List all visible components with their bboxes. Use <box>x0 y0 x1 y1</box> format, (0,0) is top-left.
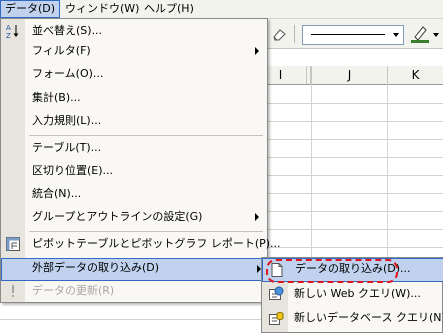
menu-help-label: ヘルプ(H) <box>144 2 194 15</box>
pen-color-arrow-icon[interactable] <box>433 33 439 37</box>
menu-help[interactable]: ヘルプ(H) <box>140 1 198 17</box>
submenu-item-new-web-query[interactable]: 新しい Web クエリ(W)... <box>262 282 442 306</box>
menu-item-label: 統合(N)... <box>32 187 82 200</box>
submenu-item-label: 新しいデータベース クエリ(N)... <box>294 311 443 324</box>
column-header-j[interactable]: J <box>312 66 388 84</box>
menu-item-refresh-data: データの更新(R) <box>1 281 267 301</box>
menu-item-sort[interactable]: A Z 並べ替え(S)... <box>1 21 267 41</box>
column-label-j: J <box>347 68 352 82</box>
menu-item-label: ピボットテーブルとピボットグラフ レポート(P)... <box>32 237 281 250</box>
menu-item-label: グループとアウトラインの設定(G) <box>32 210 203 223</box>
column-header-k[interactable]: K <box>388 66 443 84</box>
menubar: データ(D) ウィンドウ(W) ヘルプ(H) <box>0 0 443 19</box>
menu-item-consolidate[interactable]: 統合(N)... <box>1 184 267 204</box>
menu-item-filter[interactable]: フィルタ(F) <box>1 41 267 61</box>
submenu-arrow-icon <box>255 213 259 221</box>
submenu-arrow-icon <box>255 47 259 55</box>
menu-window[interactable]: ウィンドウ(W) <box>61 1 143 17</box>
column-label-k: K <box>411 68 420 82</box>
menu-item-label: テーブル(T)... <box>32 141 102 154</box>
menu-item-label: 並べ替え(S)... <box>32 24 103 37</box>
line-style-preview <box>311 34 385 35</box>
menu-item-label: 入力規則(L)... <box>32 114 102 127</box>
toolbar-separator <box>294 25 295 43</box>
menu-separator <box>29 135 263 136</box>
dropdown-arrow-icon <box>393 33 399 37</box>
menu-item-label: フォーム(O)... <box>32 67 104 80</box>
menu-separator <box>29 231 263 232</box>
data-menu: A Z 並べ替え(S)... フィルタ(F) フォーム(O)... 集計(B).… <box>0 18 281 303</box>
web-query-icon <box>269 286 284 300</box>
database-query-icon <box>269 312 284 325</box>
pivot-table-icon <box>6 237 20 251</box>
menu-item-import-external-data[interactable]: 外部データの取り込み(D) <box>1 258 269 281</box>
column-label-i: I <box>278 68 283 82</box>
eraser-icon[interactable] <box>270 25 288 43</box>
svg-text:A: A <box>6 24 11 32</box>
menu-item-text-to-columns[interactable]: 区切り位置(E)... <box>1 161 267 181</box>
menu-item-validation[interactable]: 入力規則(L)... <box>1 111 267 131</box>
menu-item-pivot-table[interactable]: ピボットテーブルとピボットグラフ レポート(P)... <box>1 234 281 254</box>
menu-item-form[interactable]: フォーム(O)... <box>1 64 267 84</box>
menu-item-label: 集計(B)... <box>32 91 81 104</box>
submenu-item-label: 新しい Web クエリ(W)... <box>294 287 421 300</box>
menu-item-label: 区切り位置(E)... <box>32 164 114 177</box>
menu-item-subtotals[interactable]: 集計(B)... <box>1 88 267 108</box>
submenu-item-new-database-query[interactable]: 新しいデータベース クエリ(N)... <box>262 306 443 330</box>
svg-text:Z: Z <box>6 32 11 39</box>
menu-window-label: ウィンドウ(W) <box>65 2 140 15</box>
menu-item-label: 外部データの取り込み(D) <box>32 261 160 274</box>
exclamation-icon <box>12 285 14 297</box>
sort-ascending-icon: A Z <box>6 24 19 39</box>
menu-item-label: フィルタ(F) <box>32 44 91 57</box>
line-style-dropdown[interactable] <box>302 25 404 45</box>
pen-color-icon[interactable] <box>409 24 431 44</box>
annotation-highlight <box>266 259 398 283</box>
menu-item-table[interactable]: テーブル(T)... <box>1 138 267 158</box>
menu-item-group-outline[interactable]: グループとアウトラインの設定(G) <box>1 207 267 227</box>
menu-item-label: データの更新(R) <box>32 284 115 297</box>
menu-data-label: データ(D) <box>5 2 56 15</box>
menu-data[interactable]: データ(D) <box>0 0 61 18</box>
